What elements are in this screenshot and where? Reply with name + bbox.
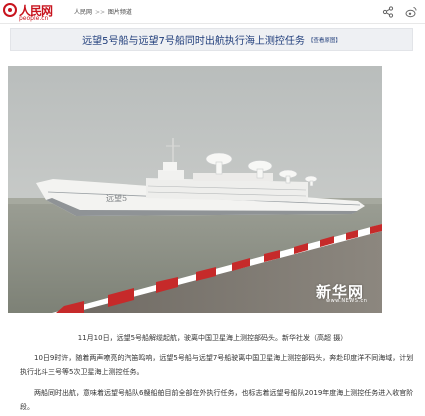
article-paragraph: 10日9时许，随着两声嘹亮的汽笛鸣响，远望5号船与远望7号船驶离中国卫星海上测控… (20, 354, 414, 376)
breadcrumb-home[interactable]: 人民网 (74, 9, 92, 16)
share-icon[interactable] (382, 6, 394, 18)
view-original-image-link[interactable]: 【查看原图】 (308, 36, 341, 44)
breadcrumb-picture-channel[interactable]: 图片频道 (108, 9, 132, 16)
article-title: 远望5号船与远望7号船同时出航执行海上测控任务 (82, 36, 305, 47)
title-bar: 远望5号船与远望7号船同时出航执行海上测控任务 【查看原图】 (10, 28, 413, 51)
breadcrumb-separator: >> (94, 9, 105, 16)
article-paragraph: 两船同时出航，意味着远望号船队6艘船舶目前全部在外执行任务，也标志着远望号船队2… (20, 389, 414, 411)
people-logo-icon (3, 3, 17, 17)
top-icons (382, 6, 417, 18)
top-bar: 人民网 people.cn 人民网 >> 图片频道 (0, 0, 425, 26)
article-photo[interactable]: 远望5 新华网 www.NEWS.cn (8, 66, 382, 313)
logo-domain: people.cn (19, 15, 49, 22)
photo-caption: 11月10日，远望5号船解缆起航，驶离中国卫星海上测控部码头。新华社发（高超 摄… (77, 334, 348, 342)
header-divider (0, 23, 425, 24)
ship-hull-marking: 远望5 (106, 193, 127, 203)
photo-watermark-domain: www.NEWS.cn (326, 298, 368, 304)
weibo-icon[interactable] (405, 6, 417, 18)
people-logo[interactable]: 人民网 people.cn (3, 2, 63, 24)
breadcrumb: 人民网 >> 图片频道 (74, 7, 132, 16)
ship-photo-illustration: 远望5 (8, 66, 382, 313)
